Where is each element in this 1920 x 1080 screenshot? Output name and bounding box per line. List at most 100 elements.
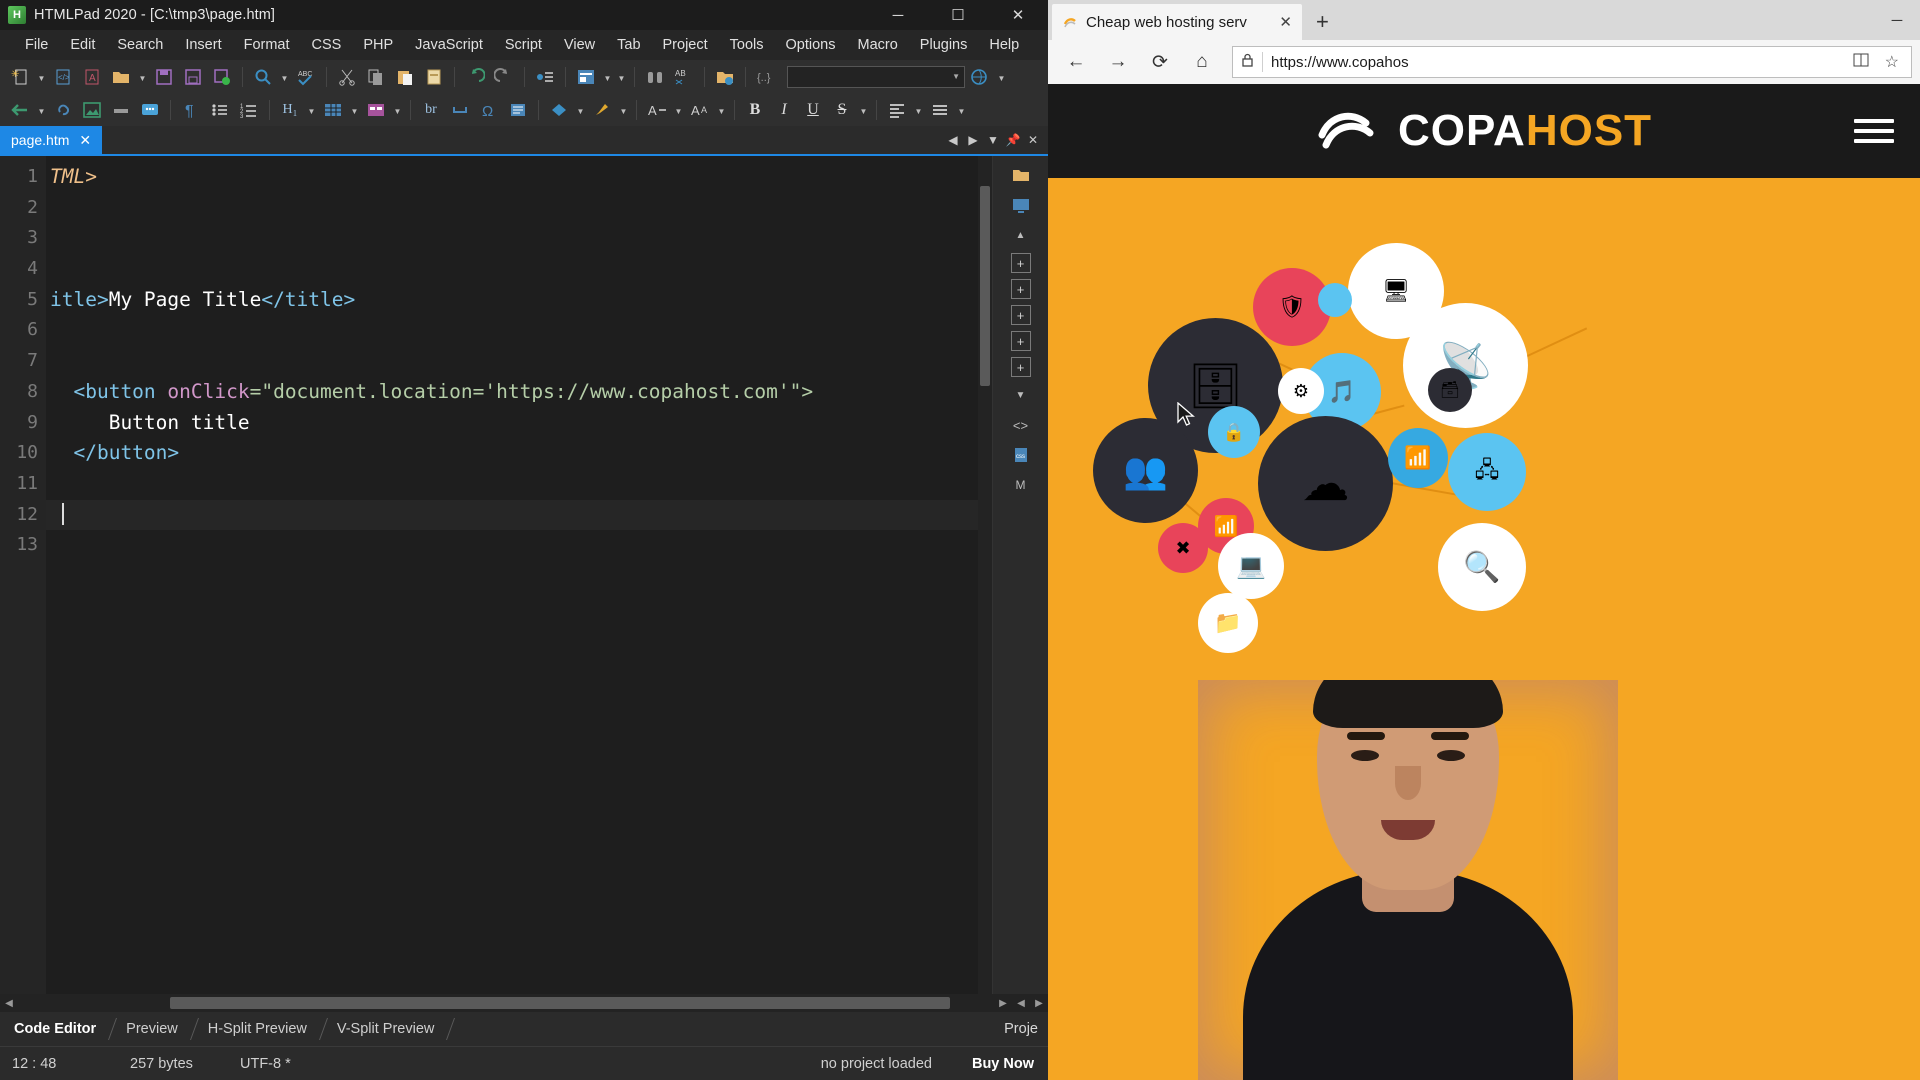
code-line[interactable]: itle>My Page Title</title> [46,285,978,316]
menu-options[interactable]: Options [775,33,847,57]
strikethrough-dropdown-icon[interactable]: ▼ [857,96,870,123]
spellcheck-icon[interactable]: ABC [292,63,320,90]
more-panel-icon[interactable]: M [1006,470,1036,500]
code-tags-panel-icon[interactable]: <> [1006,410,1036,440]
home-button[interactable]: ⌂ [1182,44,1222,80]
menu-project[interactable]: Project [652,33,719,57]
menu-plugins[interactable]: Plugins [909,33,979,57]
underline-icon[interactable]: U [799,96,827,123]
favorite-star-icon[interactable]: ☆ [1881,52,1903,72]
strikethrough-icon[interactable]: S [828,96,856,123]
browser-tab-close-icon[interactable]: ✕ [1279,13,1292,31]
code-line[interactable] [46,530,978,561]
font-family-dropdown-icon[interactable]: ▼ [715,96,728,123]
snippet-icon[interactable]: {..} [752,63,780,90]
code-text[interactable]: TML> itle>My Page Title</title> <button … [46,156,978,994]
save-icon[interactable] [150,63,178,90]
panel-add-icon-5[interactable]: + [1010,357,1031,377]
vertical-scroll-thumb[interactable] [980,186,990,386]
browser-tab-active[interactable]: Cheap web hosting serv ✕ [1052,4,1302,40]
search-icon[interactable] [249,63,277,90]
menu-edit[interactable]: Edit [59,33,106,57]
maximize-button[interactable]: ☐ [928,0,988,30]
replace-icon[interactable]: AB [670,63,698,90]
horizontal-rule-icon[interactable] [107,96,135,123]
tag-color-icon[interactable] [545,96,573,123]
close-button[interactable]: ✕ [988,0,1048,30]
new-tab-button[interactable]: + [1302,4,1343,40]
file-tab-close-icon[interactable]: ✕ [79,132,91,149]
font-family-icon[interactable]: AA [686,96,714,123]
back-button[interactable]: ← [1056,44,1096,80]
reading-view-icon[interactable] [1849,52,1873,73]
highlight-icon[interactable] [588,96,616,123]
template-icon[interactable] [572,63,600,90]
image-icon[interactable] [78,96,106,123]
menu-php[interactable]: PHP [352,33,404,57]
code-line[interactable] [46,315,978,346]
open-folder-dropdown-icon[interactable]: ▼ [136,63,149,90]
hamburger-menu-icon[interactable] [1854,119,1894,143]
code-line[interactable] [46,223,978,254]
panel-hscroll-right-icon[interactable]: ▶ [1030,998,1048,1009]
menu-javascript[interactable]: JavaScript [404,33,494,57]
chevron-down-icon[interactable]: ▼ [952,72,960,81]
back-dropdown-icon[interactable]: ▼ [35,96,48,123]
nbsp-icon[interactable] [446,96,474,123]
link-icon[interactable] [49,96,77,123]
save-all-icon[interactable] [208,63,236,90]
code-line[interactable] [46,193,978,224]
buy-now-button[interactable]: Buy Now [962,1056,1048,1072]
editor-horizontal-scrollbar[interactable]: ◀ ▶ ◀ ▶ [0,994,1048,1012]
redo-icon[interactable] [490,63,518,90]
panel-add-icon-4[interactable]: + [1010,331,1031,351]
tab-scroll-right-icon[interactable]: ▶ [964,133,982,147]
horizontal-scroll-thumb[interactable] [170,997,950,1009]
menu-insert[interactable]: Insert [174,33,232,57]
toolbar-search-input[interactable]: ▼ [787,65,965,88]
comment-icon[interactable] [136,96,164,123]
line-break-icon[interactable]: br [417,96,445,123]
form-icon[interactable] [362,96,390,123]
tag-color-dropdown-icon[interactable]: ▼ [574,96,587,123]
open-html-icon[interactable]: </> [49,63,77,90]
tab-preview[interactable]: Preview [112,1012,199,1046]
template-dropdown-icon[interactable]: ▼ [601,63,614,90]
code-editor-area[interactable]: 1 2 3 4 5 6 7 8 9 10 11 12 13 TML> itle>My Page Titl… [0,156,1048,994]
table-icon[interactable] [319,96,347,123]
reload-button[interactable]: ⟳ [1140,44,1180,80]
address-bar[interactable]: https://www.copahos ☆ [1232,46,1912,78]
code-line[interactable] [46,499,978,531]
panel-add-icon-3[interactable]: + [1010,305,1031,325]
code-line[interactable] [46,469,978,500]
globe-check-icon[interactable] [966,63,994,90]
menu-help[interactable]: Help [978,33,1030,57]
hscroll-right-icon[interactable]: ▶ [994,998,1012,1009]
menu-format[interactable]: Format [233,33,301,57]
new-file-dropdown-icon[interactable]: ▼ [35,63,48,90]
align-left-icon[interactable] [883,96,911,123]
project-panel-icon[interactable] [1006,160,1036,190]
tab-code-editor[interactable]: Code Editor [0,1012,118,1046]
code-line[interactable]: TML> [46,162,978,193]
file-tab-page-htm[interactable]: page.htm ✕ [0,126,103,154]
panel-hscroll-left-icon[interactable]: ◀ [1012,998,1030,1009]
paragraph-icon[interactable]: ¶ [177,96,205,123]
align-dropdown-icon[interactable]: ▼ [912,96,925,123]
back-arrow-icon[interactable] [6,96,34,123]
panel-close-icon[interactable]: ✕ [1024,133,1042,147]
menu-css[interactable]: CSS [301,33,353,57]
globe-dropdown-icon[interactable]: ▼ [995,63,1008,90]
tab-v-split-preview[interactable]: V-Split Preview [323,1012,456,1046]
open-pdf-icon[interactable]: A [78,63,106,90]
menu-macro[interactable]: Macro [847,33,909,57]
cut-icon[interactable] [333,63,361,90]
bold-icon[interactable]: B [741,96,769,123]
menu-file[interactable]: File [14,33,59,57]
panel-add-icon-2[interactable]: + [1010,279,1031,299]
special-character-icon[interactable]: Ω [475,96,503,123]
highlight-dropdown-icon[interactable]: ▼ [617,96,630,123]
menu-tab[interactable]: Tab [606,33,651,57]
search-dropdown-icon[interactable]: ▼ [278,63,291,90]
code-line[interactable] [46,346,978,377]
